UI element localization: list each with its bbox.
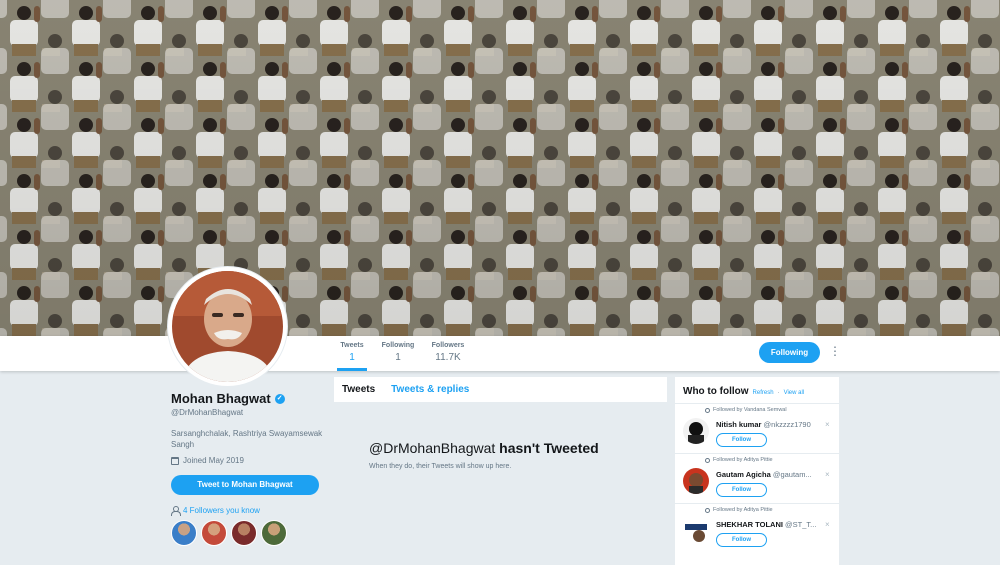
person-icon (705, 507, 710, 513)
empty-state-subtitle: When they do, their Tweets will show up … (369, 463, 512, 470)
stat-tweets-value: 1 (349, 352, 355, 363)
followers-you-know-link[interactable]: 4 Followers you know (183, 506, 260, 515)
suggestion-avatar[interactable] (683, 468, 709, 494)
stat-following-label: Following (381, 342, 415, 349)
header-separator: · (777, 390, 780, 396)
verified-badge-icon: ✓ (274, 393, 285, 404)
stat-tweets[interactable]: Tweets 1 (337, 342, 367, 371)
who-to-follow-header: Who to follow Refresh · View all (683, 386, 804, 397)
profile-handle: @DrMohanBhagwat (171, 408, 244, 417)
suggestion-avatar[interactable] (683, 518, 709, 544)
dismiss-icon[interactable]: × (825, 420, 830, 429)
avatar-image (172, 271, 283, 382)
suggestion-context: Followed by Aditya Pittie (705, 507, 773, 513)
person-icon (171, 506, 181, 516)
suggestion-item: Followed by Vandana Semwal Nitish kumar … (675, 403, 839, 453)
calendar-icon (171, 456, 179, 465)
profile-joined: Joined May 2019 (171, 456, 244, 465)
more-options-icon[interactable]: ⋮ (829, 345, 841, 357)
suggestion-name[interactable]: Gautam Agicha (716, 470, 771, 479)
suggestion-item: Followed by Aditya Pittie SHEKHAR TOLANI… (675, 503, 839, 553)
tab-tweets[interactable]: Tweets (334, 377, 383, 402)
profile-avatar[interactable] (168, 267, 287, 386)
suggestion-name-row[interactable]: SHEKHAR TOLANI @ST_T... (716, 520, 824, 529)
suggestion-context-text: Followed by Aditya Pittie (713, 457, 773, 463)
follow-button[interactable]: Follow (716, 433, 767, 447)
joined-date: Joined May 2019 (183, 456, 244, 465)
following-button[interactable]: Following (759, 342, 820, 363)
profile-bio: Sarsanghchalak, Rashtriya Swayamsewak Sa… (171, 429, 323, 449)
profile-nav-bar: Tweets 1 Following 1 Followers 11.7K (0, 336, 1000, 371)
dismiss-icon[interactable]: × (825, 470, 830, 479)
stat-followers-label: Followers (431, 342, 465, 349)
refresh-link[interactable]: Refresh (753, 390, 774, 396)
suggestion-avatar[interactable] (683, 418, 709, 444)
banner-image (0, 0, 1000, 336)
suggestion-name[interactable]: Nitish kumar (716, 420, 761, 429)
timeline-empty-state (334, 403, 667, 565)
view-all-link[interactable]: View all (784, 390, 805, 396)
follower-avatar[interactable] (201, 520, 227, 546)
suggestion-context-text: Followed by Aditya Pittie (713, 507, 773, 513)
stat-following[interactable]: Following 1 (380, 342, 416, 363)
stat-tweets-label: Tweets (340, 342, 364, 349)
person-icon (705, 457, 710, 463)
who-to-follow-title: Who to follow (683, 386, 749, 397)
suggestion-context: Followed by Vandana Semwal (705, 407, 787, 413)
who-to-follow-panel: Who to follow Refresh · View all Followe… (675, 377, 839, 565)
stat-followers[interactable]: Followers 11.7K (430, 342, 466, 363)
suggestion-context: Followed by Aditya Pittie (705, 457, 773, 463)
stat-following-value: 1 (395, 352, 401, 363)
follower-avatar[interactable] (171, 520, 197, 546)
profile-name-row: Mohan Bhagwat ✓ (171, 391, 285, 406)
suggestion-name-row[interactable]: Gautam Agicha @gautam... (716, 470, 824, 479)
stat-followers-value: 11.7K (435, 352, 461, 363)
follow-button[interactable]: Follow (716, 483, 767, 497)
suggestion-handle: @nkzzzz1790 (763, 420, 811, 429)
suggestion-handle: @ST_T... (785, 520, 817, 529)
empty-state-message: hasn't Tweeted (499, 440, 599, 456)
follow-button[interactable]: Follow (716, 533, 767, 547)
tweet-to-button[interactable]: Tweet to Mohan Bhagwat (171, 475, 319, 495)
suggestion-item: Followed by Aditya Pittie Gautam Agicha … (675, 453, 839, 503)
suggestion-context-text: Followed by Vandana Semwal (713, 407, 787, 413)
followers-you-know-avatars (171, 520, 287, 546)
empty-state-title: @DrMohanBhagwat hasn't Tweeted (369, 440, 599, 456)
tab-tweets-replies[interactable]: Tweets & replies (383, 377, 477, 402)
person-icon (705, 407, 710, 413)
suggestion-handle: @gautam... (772, 470, 812, 479)
follower-avatar[interactable] (261, 520, 287, 546)
profile-name: Mohan Bhagwat (171, 391, 271, 406)
suggestion-name[interactable]: SHEKHAR TOLANI (716, 520, 783, 529)
profile-banner (0, 0, 1000, 336)
followers-you-know[interactable]: 4 Followers you know (171, 506, 260, 516)
empty-state-handle: @DrMohanBhagwat (369, 440, 496, 456)
timeline-tabs: Tweets Tweets & replies (334, 377, 667, 402)
follower-avatar[interactable] (231, 520, 257, 546)
dismiss-icon[interactable]: × (825, 520, 830, 529)
suggestion-name-row[interactable]: Nitish kumar @nkzzzz1790 (716, 420, 824, 429)
